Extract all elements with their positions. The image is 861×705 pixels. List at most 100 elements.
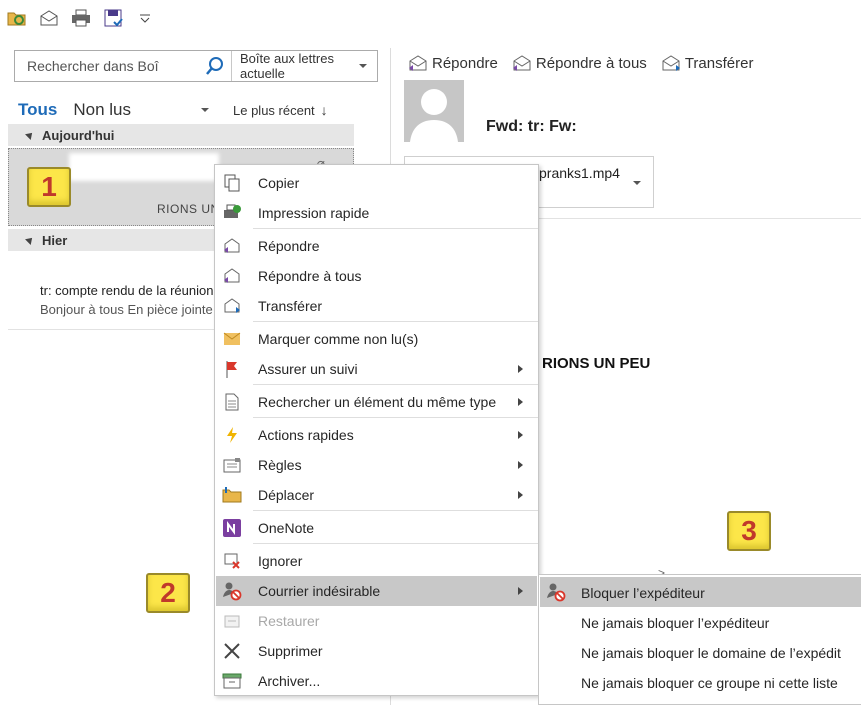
menu-item-quick-print[interactable]: Impression rapide [216, 198, 537, 228]
chevron-down-icon [359, 64, 367, 68]
submenu-item-never-block-sender[interactable]: Ne jamais bloquer l’expéditeur [540, 607, 861, 637]
reply-all-icon[interactable] [38, 7, 60, 29]
envelope-icon [222, 329, 242, 349]
collapse-triangle-icon [25, 235, 35, 245]
menu-item-find-related[interactable]: Rechercher un élément du même type [216, 387, 537, 417]
submenu-label: Ne jamais bloquer ce groupe ni cette lis… [581, 675, 838, 691]
filter-all-tab[interactable]: Tous [18, 100, 57, 120]
send-receive-folder-icon[interactable] [6, 7, 28, 29]
folder-move-icon [222, 485, 242, 505]
menu-item-onenote[interactable]: OneNote [216, 513, 537, 543]
menu-item-reply[interactable]: Répondre [216, 231, 537, 261]
mail-snippet: Bonjour à tous En pièce jointe [40, 302, 213, 317]
submenu-item-block-sender[interactable]: Bloquer l’expéditeur [540, 577, 861, 607]
menu-label: Transférer [258, 298, 323, 314]
menu-item-follow-up[interactable]: Assurer un suivi [216, 354, 537, 384]
menu-label: Marquer comme non lu(s) [258, 331, 419, 347]
chevron-right-icon [518, 461, 523, 469]
submenu-item-never-block-group[interactable]: Ne jamais bloquer ce groupe ni cette lis… [540, 667, 861, 697]
search-scope-label: Boîte aux lettres actuelle [240, 51, 334, 81]
quick-access-toolbar [0, 0, 861, 36]
menu-label: Archiver... [258, 673, 321, 689]
chevron-right-icon [518, 431, 523, 439]
filter-dropdown-icon[interactable] [201, 108, 209, 112]
menu-label: Déplacer [258, 487, 315, 503]
context-menu: Copier Impression rapide Répondre Répond… [214, 164, 539, 696]
onenote-icon [222, 518, 242, 538]
step-badge-3: 3 [727, 511, 771, 551]
print-icon[interactable] [70, 7, 92, 29]
menu-item-junk[interactable]: Courrier indésirable [216, 576, 537, 606]
message-subject: Fwd: tr: Fw: [486, 118, 577, 135]
menu-item-forward[interactable]: Transférer [216, 291, 537, 321]
menu-separator [253, 321, 538, 322]
menu-item-ignore[interactable]: Ignorer [216, 546, 537, 576]
menu-separator [253, 543, 538, 544]
menu-label: Actions rapides [258, 427, 354, 443]
menu-label: Supprimer [258, 643, 323, 659]
menu-item-copy[interactable]: Copier [216, 168, 537, 198]
search-box: Boîte aux lettres actuelle [14, 50, 378, 82]
menu-separator [253, 384, 538, 385]
reply-all-icon [222, 266, 242, 286]
menu-item-archive[interactable]: Archiver... [216, 666, 537, 696]
menu-item-restore[interactable]: Restaurer [216, 606, 537, 636]
mail-preview-text: RIONS UN [157, 202, 220, 216]
menu-label: OneNote [258, 520, 315, 536]
mail-item-yesterday[interactable]: tr: compte rendu de la réunion Bonjour à… [40, 283, 220, 317]
forward-icon [662, 55, 680, 71]
junk-submenu: Bloquer l’expéditeur Ne jamais bloquer l… [538, 574, 861, 705]
reply-button[interactable]: Répondre [408, 54, 498, 72]
forward-label: Transférer [684, 54, 754, 72]
menu-label: Impression rapide [258, 205, 370, 221]
menu-label: Règles [258, 457, 302, 473]
lightning-icon [222, 425, 242, 445]
menu-item-reply-all[interactable]: Répondre à tous [216, 261, 537, 291]
menu-label: Restaurer [258, 613, 320, 629]
archive-box-icon [222, 671, 242, 691]
chevron-right-icon [518, 365, 523, 373]
sender-avatar [404, 80, 464, 142]
chevron-right-icon [518, 587, 523, 595]
menu-item-delete[interactable]: Supprimer [216, 636, 537, 666]
reply-all-button[interactable]: Répondre à tous [512, 54, 647, 72]
filter-unread-tab[interactable]: Non lus [73, 100, 131, 120]
submenu-label: Ne jamais bloquer l’expéditeur [581, 615, 770, 631]
ignore-icon [222, 551, 242, 571]
reply-label: Répondre [432, 54, 498, 72]
menu-separator [253, 510, 538, 511]
menu-item-move[interactable]: Déplacer [216, 480, 537, 510]
menu-label: Copier [258, 175, 300, 191]
rules-icon [222, 455, 242, 475]
search-icon[interactable] [203, 54, 227, 78]
submenu-label: Bloquer l’expéditeur [581, 585, 705, 601]
sort-direction-icon[interactable]: ↓ [321, 102, 328, 118]
menu-label: Courrier indésirable [258, 583, 381, 599]
reply-icon [222, 236, 242, 256]
customize-toolbar-icon[interactable] [134, 7, 156, 29]
menu-item-quick-steps[interactable]: Actions rapides [216, 420, 537, 450]
reply-all-label: Répondre à tous [535, 54, 647, 72]
search-scope-select[interactable]: Boîte aux lettres actuelle [232, 51, 377, 81]
submenu-item-never-block-domain[interactable]: Ne jamais bloquer le domaine de l’expédi… [540, 637, 861, 667]
save-icon[interactable] [102, 7, 124, 29]
restore-icon [222, 611, 242, 631]
chevron-right-icon [518, 491, 523, 499]
junk-user-icon [222, 581, 242, 601]
reply-icon [409, 55, 427, 71]
copy-icon [222, 173, 242, 193]
menu-label: Rechercher un élément du même type [258, 394, 497, 410]
sort-order-button[interactable]: Le plus récent [233, 103, 315, 118]
chevron-down-icon[interactable] [633, 181, 641, 185]
menu-item-rules[interactable]: Règles [216, 450, 537, 480]
search-input[interactable] [15, 51, 203, 81]
menu-label: Répondre à tous [258, 268, 362, 284]
forward-button[interactable]: Transférer [661, 54, 754, 72]
attachment-name: pranks1.mp4 [539, 165, 620, 181]
menu-item-mark-unread[interactable]: Marquer comme non lu(s) [216, 324, 537, 354]
group-header-today[interactable]: Aujourd'hui [8, 124, 354, 146]
menu-separator [253, 417, 538, 418]
group-label-yesterday: Hier [42, 232, 68, 248]
filter-row: Tous Non lus Le plus récent ↓ [18, 98, 358, 122]
delete-x-icon [222, 641, 242, 661]
